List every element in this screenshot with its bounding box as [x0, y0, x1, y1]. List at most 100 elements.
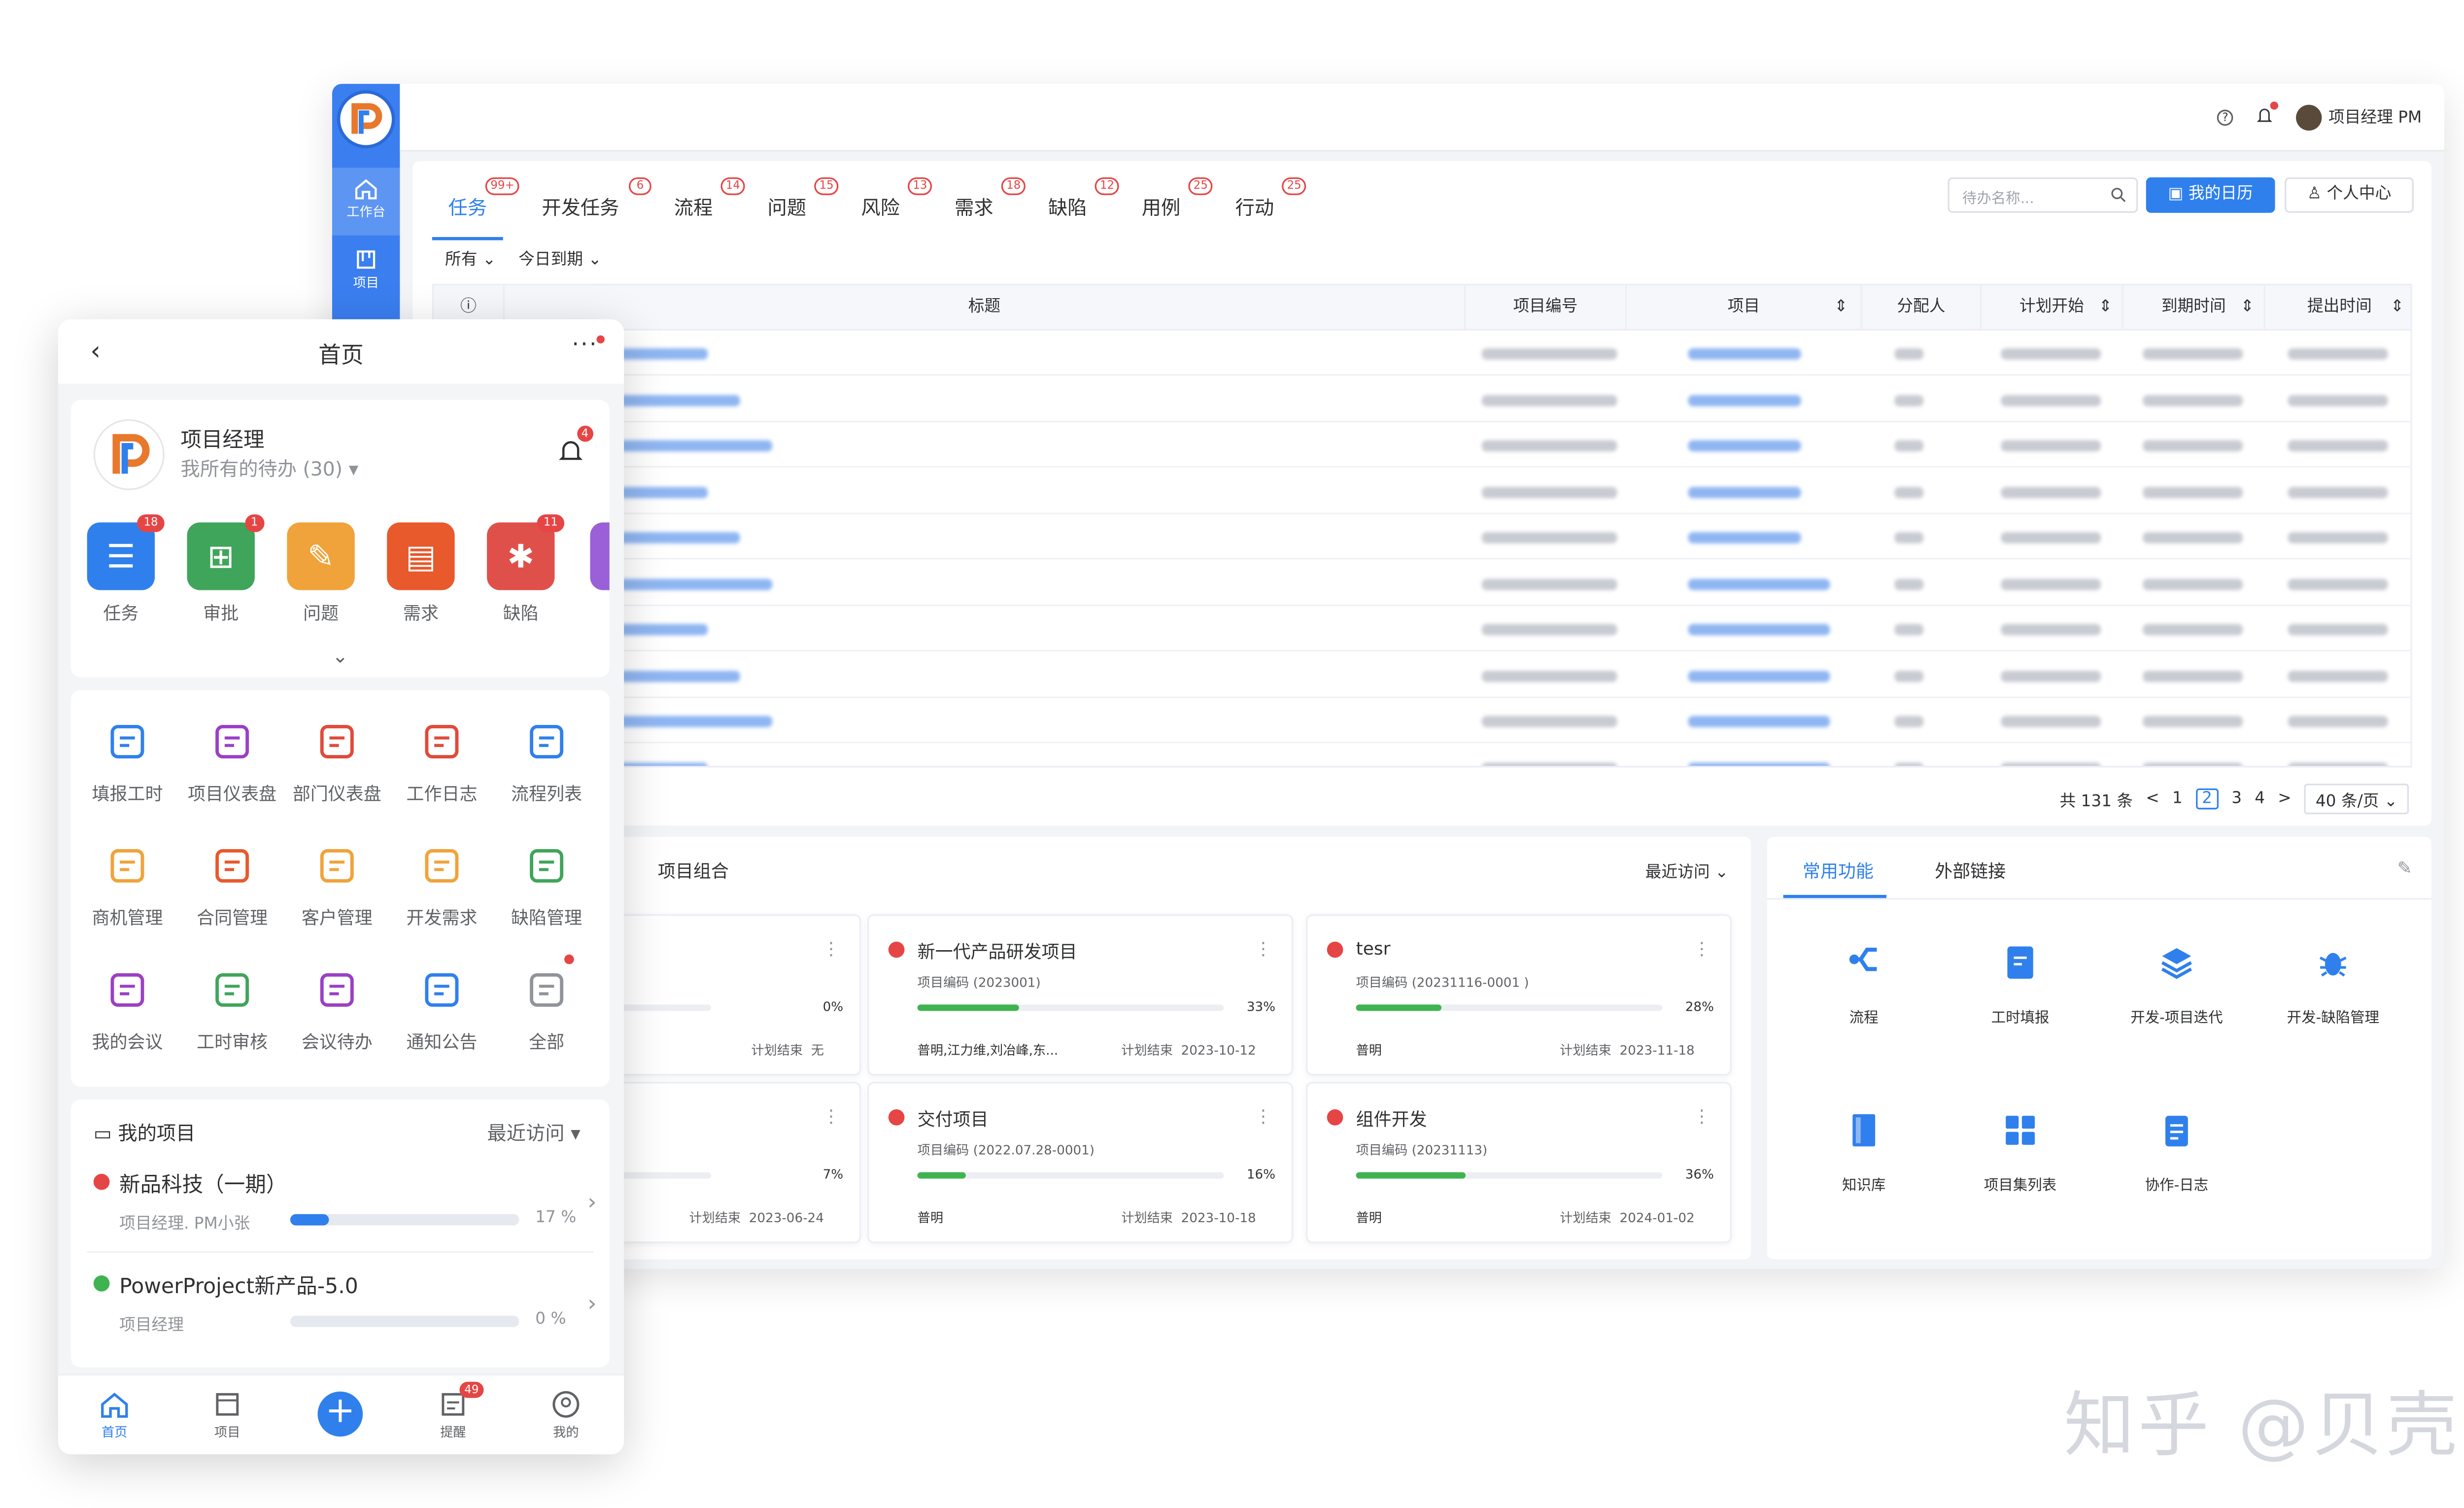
- app-shortcut[interactable]: ⊞ 1 审批: [180, 514, 265, 625]
- tool-item[interactable]: 通知公告: [389, 967, 495, 1055]
- tool-item[interactable]: 会议待办: [284, 967, 390, 1055]
- tab-project[interactable]: 项目: [171, 1388, 284, 1441]
- app-shortcut[interactable]: ✎ 问题: [280, 522, 361, 625]
- app-logo[interactable]: [337, 90, 395, 149]
- project-card[interactable]: 交付项目 ⋮ 项目编码 (2022.07.28-0001) 16% 普明 计划结束 202…: [867, 1082, 1293, 1243]
- filter-all-dropdown[interactable]: 所有 ⌄: [445, 245, 496, 269]
- more-icon[interactable]: ⋮: [1693, 938, 1711, 960]
- help-icon[interactable]: ?: [2217, 108, 2233, 125]
- tab-common-functions[interactable]: 常用功能: [1803, 858, 1874, 884]
- prev-page-button[interactable]: <: [2146, 790, 2159, 808]
- app-shortcut[interactable]: ☰ 18 任务: [81, 514, 165, 625]
- app-shortcut[interactable]: ▤ 需求: [380, 522, 461, 625]
- add-button[interactable]: +: [284, 1385, 397, 1437]
- recent-visit-dropdown[interactable]: 最近访问 ⌄: [1645, 858, 1729, 882]
- table-row[interactable]: [434, 514, 2411, 560]
- tool-item[interactable]: 填报工时: [74, 719, 181, 806]
- rail-item-project[interactable]: 项目: [332, 239, 400, 306]
- todo-search-input[interactable]: 待办名称...: [1948, 177, 2138, 213]
- tool-item[interactable]: 合同管理: [179, 843, 285, 930]
- tab-defect[interactable]: 缺陷 12: [1032, 171, 1119, 240]
- table-row[interactable]: [434, 698, 2411, 744]
- function-item[interactable]: 流程: [1786, 943, 1941, 1027]
- col-project[interactable]: 项目 ⇕: [1627, 285, 1862, 331]
- tab-requirement[interactable]: 需求 18: [938, 171, 1026, 240]
- function-item[interactable]: 开发-缺陷管理: [2256, 943, 2410, 1027]
- table-row[interactable]: [434, 606, 2411, 651]
- tab-flow[interactable]: 流程 14: [658, 171, 745, 240]
- col-assignee[interactable]: 分配人: [1862, 285, 1982, 331]
- tab-issue[interactable]: 问题 15: [752, 171, 839, 240]
- table-row[interactable]: [434, 744, 2410, 766]
- tab-dev-task[interactable]: 开发任务 6: [526, 171, 651, 240]
- function-item[interactable]: 知识库: [1786, 1111, 1941, 1195]
- tool-item[interactable]: 开发需求: [389, 843, 495, 930]
- avatar[interactable]: [93, 419, 165, 490]
- edit-icon[interactable]: ✎: [2397, 858, 2412, 879]
- tab-home[interactable]: 首页: [58, 1388, 171, 1441]
- sort-icon[interactable]: ⇕: [1834, 285, 1848, 331]
- filter-due-today-dropdown[interactable]: 今日到期 ⌄: [518, 245, 602, 269]
- tab-testcase[interactable]: 用例 25: [1126, 171, 1213, 240]
- todo-dropdown[interactable]: 我所有的待办 (30) ▾: [180, 455, 358, 482]
- table-row[interactable]: [434, 652, 2411, 698]
- tab-external-links[interactable]: 外部链接: [1935, 858, 2006, 884]
- sort-icon[interactable]: ⇕: [2391, 285, 2404, 331]
- sort-icon[interactable]: ⇕: [2099, 285, 2112, 331]
- page-4[interactable]: 4: [2255, 790, 2265, 808]
- chevron-down-icon[interactable]: ⌄: [71, 645, 610, 668]
- my-calendar-button[interactable]: ▣ 我的日历: [2146, 177, 2275, 213]
- table-row[interactable]: [434, 331, 2411, 376]
- project-card[interactable]: tesr ⋮ 项目编码 (20231116-0001 ) 28% 普明 计划结束 2023…: [1306, 914, 1732, 1076]
- bell-icon[interactable]: 4: [558, 425, 594, 471]
- col-plan-start[interactable]: 计划开始 ⇕: [1982, 285, 2123, 331]
- next-page-button[interactable]: >: [2278, 790, 2291, 808]
- function-item[interactable]: 工时填报: [1943, 943, 2098, 1027]
- more-icon[interactable]: ⋮: [1254, 938, 1272, 960]
- tool-item[interactable]: 全部: [493, 967, 600, 1055]
- tab-mine[interactable]: 我的: [510, 1388, 622, 1441]
- project-list-item[interactable]: 新品科技（一期） 项目经理. PM小张 17 % ›: [93, 1167, 597, 1258]
- page-2[interactable]: 2: [2195, 788, 2219, 810]
- tool-item[interactable]: 客户管理: [284, 843, 390, 930]
- tool-item[interactable]: 工作日志: [389, 719, 495, 806]
- project-card[interactable]: 新一代产品研发项目 ⋮ 项目编码 (2023001) 33% 普明,江力维,刘冶峰,东.…: [867, 914, 1293, 1076]
- col-submitted[interactable]: 提出时间 ⇕: [2265, 285, 2410, 331]
- function-item[interactable]: 开发-项目迭代: [2099, 943, 2254, 1027]
- tab-task[interactable]: 任务 99+: [432, 171, 519, 240]
- col-title[interactable]: 标题: [505, 285, 1466, 331]
- more-icon[interactable]: ⋮: [1693, 1106, 1711, 1127]
- function-item[interactable]: 协作-日志: [2099, 1111, 2254, 1195]
- table-row[interactable]: [434, 377, 2411, 422]
- project-card[interactable]: 组件开发 ⋮ 项目编码 (20231113) 36% 普明 计划结束 2024-01-02: [1306, 1082, 1732, 1243]
- project-list-item[interactable]: PowerProject新产品-5.0 项目经理 0 % ›: [93, 1269, 597, 1359]
- col-project-code[interactable]: 项目编号: [1466, 285, 1627, 331]
- page-1[interactable]: 1: [2172, 790, 2183, 808]
- rail-item-workbench[interactable]: 工作台: [332, 168, 400, 236]
- personal-center-button[interactable]: ♙ 个人中心: [2285, 177, 2414, 213]
- col-due[interactable]: 到期时间 ⇕: [2123, 285, 2265, 331]
- tool-item[interactable]: 流程列表: [493, 719, 600, 806]
- page-3[interactable]: 3: [2231, 790, 2242, 808]
- tool-item[interactable]: 工时审核: [179, 967, 285, 1055]
- user-menu[interactable]: 项目经理 PM: [2296, 103, 2422, 131]
- table-row[interactable]: [434, 422, 2411, 468]
- tab-risk[interactable]: 风险 13: [845, 171, 932, 240]
- more-icon[interactable]: ⋮: [1254, 1106, 1272, 1127]
- tab-reminder[interactable]: 49 提醒: [397, 1381, 510, 1441]
- table-row[interactable]: [434, 468, 2411, 514]
- bell-icon[interactable]: [2256, 101, 2279, 128]
- sort-icon[interactable]: ⇕: [2241, 285, 2254, 331]
- more-icon[interactable]: ⋮: [822, 1106, 840, 1127]
- recent-visit-dropdown[interactable]: 最近访问 ▾: [487, 1119, 581, 1147]
- page-size-select[interactable]: 40 条/页 ⌄: [2304, 784, 2409, 815]
- tab-action[interactable]: 行动 25: [1219, 171, 1306, 240]
- tool-item[interactable]: 商机管理: [74, 843, 181, 930]
- tool-item[interactable]: 部门仪表盘: [284, 719, 390, 806]
- more-icon[interactable]: ⋮: [822, 938, 840, 960]
- tool-item[interactable]: 缺陷管理: [493, 843, 600, 930]
- table-row[interactable]: [434, 560, 2411, 606]
- function-item[interactable]: 项目集列表: [1943, 1111, 2098, 1195]
- search-icon[interactable]: [2111, 187, 2127, 204]
- app-shortcut[interactable]: ✱ 11 缺陷: [480, 514, 565, 625]
